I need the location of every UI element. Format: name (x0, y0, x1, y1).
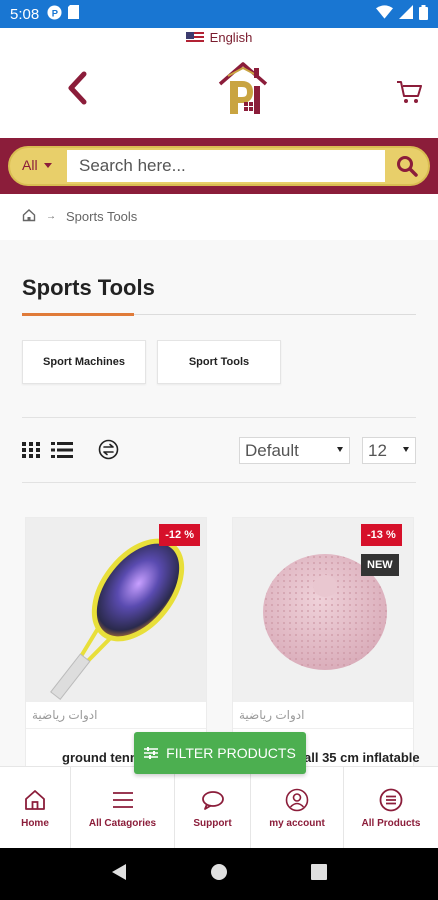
signal-icon (399, 5, 413, 23)
nav-my-account[interactable]: my account (251, 767, 344, 849)
p-icon: P (47, 4, 62, 24)
product-card[interactable]: -12 % ادوات رياضية ground tenn (25, 517, 207, 767)
list-circle-icon (379, 788, 403, 811)
cart-button[interactable] (396, 80, 422, 104)
product-category: ادوات رياضية (239, 708, 305, 722)
filter-products-button[interactable]: FILTER PRODUCTS (134, 732, 306, 774)
nav-all-products[interactable]: All Products (344, 767, 438, 849)
brand-logo[interactable] (216, 60, 270, 118)
nav-label: my account (269, 817, 325, 829)
language-label: English (209, 30, 253, 45)
sort-value: Default (245, 440, 299, 460)
home-circle-icon[interactable] (210, 863, 228, 886)
sim-icon (68, 5, 80, 23)
nav-label: Home (21, 817, 49, 829)
chevron-down-icon (337, 447, 343, 452)
language-switch[interactable]: English (0, 30, 438, 45)
bottom-navigation: Home All Catagories Support my account A… (0, 766, 438, 849)
breadcrumb-current: Sports Tools (66, 209, 138, 224)
battery-icon (419, 4, 428, 24)
cart-icon (397, 81, 422, 103)
sliders-icon (144, 747, 159, 759)
product-name[interactable]: all 35 cm inflatable (304, 750, 420, 765)
breadcrumb-separator: → (46, 211, 56, 222)
search-container: All (8, 146, 430, 186)
chevron-down-icon (403, 447, 409, 452)
product-card[interactable]: -13 % NEW ادوات رياضية all 35 cm inflata… (232, 517, 420, 767)
filter-label: FILTER PRODUCTS (166, 745, 296, 761)
chevron-left-icon (68, 71, 87, 105)
status-bar: 5:08 P (0, 0, 438, 28)
svg-text:P: P (52, 8, 58, 18)
title-accent-line (22, 313, 134, 316)
compare-icon[interactable] (98, 439, 119, 460)
nav-label: All Catagories (88, 817, 157, 829)
per-page-value: 12 (368, 440, 387, 460)
per-page-select[interactable]: 12 (362, 437, 416, 464)
category-label: Sport Machines (43, 356, 125, 368)
list-view-icon[interactable] (51, 442, 73, 458)
product-category: ادوات رياضية (32, 708, 98, 722)
divider (22, 417, 416, 418)
search-button[interactable] (392, 152, 422, 180)
category-sport-machines[interactable]: Sport Machines (22, 340, 146, 384)
home-icon[interactable] (22, 208, 36, 225)
recents-square-icon[interactable] (310, 863, 327, 885)
new-badge: NEW (361, 554, 399, 576)
status-icons (376, 4, 428, 24)
breadcrumb: → Sports Tools (22, 208, 137, 225)
sort-select[interactable]: Default (239, 437, 350, 464)
system-navigation-bar (0, 848, 438, 900)
us-flag-icon (185, 31, 204, 44)
nav-support[interactable]: Support (175, 767, 251, 849)
search-icon (397, 156, 418, 177)
category-sport-tools[interactable]: Sport Tools (157, 340, 281, 384)
search-category-label: All (22, 157, 38, 173)
search-category-dropdown[interactable]: All (22, 157, 52, 173)
back-triangle-icon[interactable] (111, 863, 127, 886)
discount-badge: -13 % (361, 524, 402, 546)
search-bar-band: All (0, 138, 438, 194)
page-title: Sports Tools (22, 275, 155, 300)
status-time: 5:08 (10, 5, 40, 23)
home-icon (25, 789, 45, 810)
card-divider (233, 728, 413, 729)
discount-badge: -12 % (159, 524, 200, 546)
user-icon (285, 788, 309, 811)
chevron-down-icon (43, 162, 52, 168)
wifi-icon (376, 5, 393, 23)
nav-home[interactable]: Home (0, 767, 71, 849)
divider (22, 482, 416, 483)
screen: 5:08 P English All Search here... → Spor… (0, 0, 438, 900)
product-image-tennis-racket[interactable]: -12 % (26, 518, 206, 702)
nav-all-categories[interactable]: All Catagories (71, 767, 175, 849)
grid-view-icon[interactable] (22, 442, 40, 458)
search-input[interactable] (67, 150, 385, 182)
back-button[interactable] (62, 68, 92, 108)
category-label: Sport Tools (188, 356, 250, 368)
nav-label: All Products (361, 817, 421, 829)
chat-icon (201, 790, 224, 810)
product-name[interactable]: ground tenn (62, 750, 138, 765)
menu-icon (112, 791, 133, 808)
product-image-balance-pad[interactable]: -13 % NEW (233, 518, 413, 702)
nav-label: Support (193, 817, 232, 829)
card-divider (26, 728, 206, 729)
